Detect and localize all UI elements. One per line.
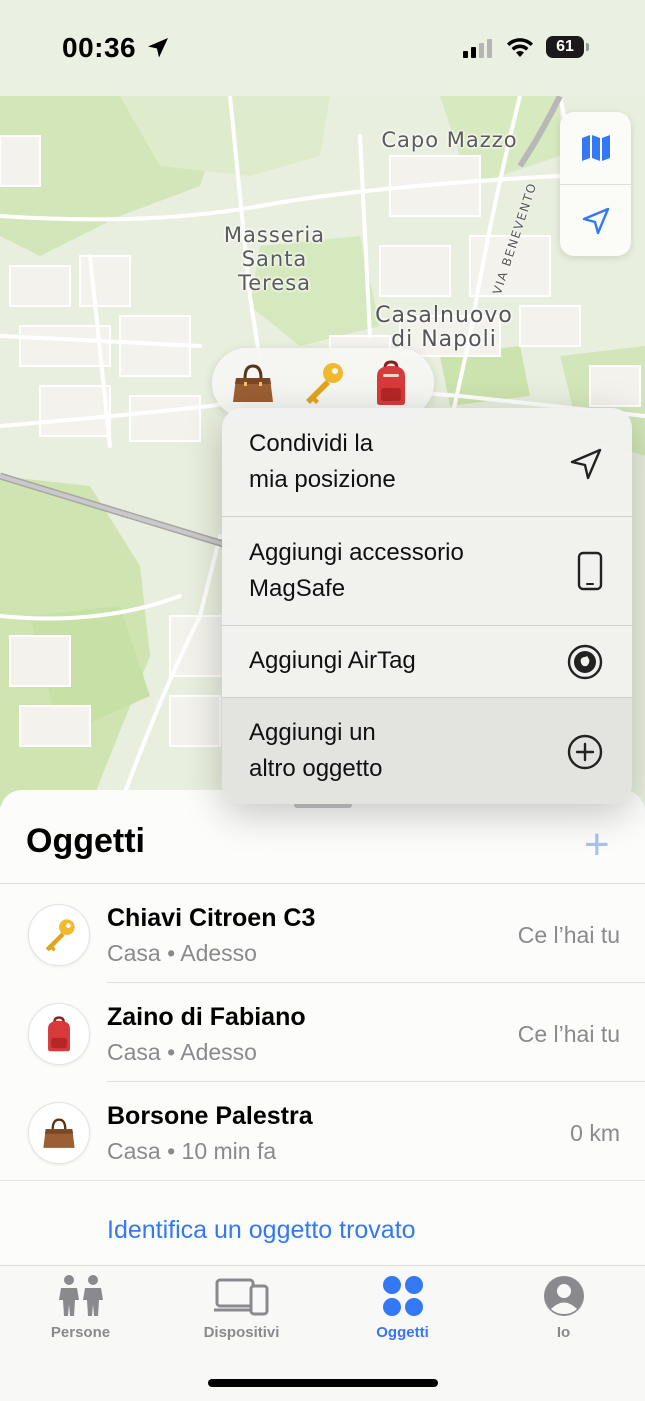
plus-circle-icon	[567, 734, 603, 770]
iphone-icon	[577, 551, 603, 591]
backpack-icon	[48, 1016, 70, 1052]
item-subtitle: Casa • 10 min fa	[107, 1138, 277, 1164]
backpack-icon	[377, 360, 405, 405]
menu-item-share-location[interactable]: Condividi la mia posizione	[222, 408, 632, 516]
add-item-button[interactable]: +	[584, 823, 610, 867]
tab-label: Io	[556, 1324, 571, 1341]
item-status: Ce l’hai tu	[517, 1021, 620, 1047]
tab-bar: Persone Dispositivi Oggetti Io	[0, 1265, 645, 1401]
map-label-casalnuovo: Casalnuovo di Napoli	[375, 303, 513, 352]
cellular-signal-icon	[463, 39, 492, 58]
tab-io[interactable]: Io	[483, 1266, 644, 1356]
item-subtitle: Casa • Adesso	[107, 1039, 257, 1065]
item-status: 0 km	[570, 1120, 620, 1146]
item-subtitle: Casa • Adesso	[107, 940, 257, 966]
item-avatar	[28, 904, 90, 966]
key-icon	[306, 363, 343, 404]
item-row-borsone[interactable]: Borsone Palestra Casa • 10 min fa 0 km	[0, 1082, 645, 1181]
map-label-capo-mazzo: Capo Mazzo	[381, 128, 518, 152]
devices-icon	[213, 1278, 268, 1316]
tab-label: Oggetti	[376, 1324, 429, 1341]
person-icon	[543, 1276, 584, 1316]
menu-item-label: Aggiungi AirTag	[249, 647, 416, 674]
tab-dispositivi[interactable]: Dispositivi	[161, 1266, 322, 1356]
map-controls	[560, 112, 631, 256]
item-name: Chiavi Citroen C3	[107, 904, 316, 932]
menu-item-add-airtag[interactable]: Aggiungi AirTag	[222, 626, 632, 697]
handbag-icon	[43, 1118, 75, 1148]
location-arrow-icon	[582, 207, 609, 235]
item-row-chiavi[interactable]: Chiavi Citroen C3 Casa • Adesso Ce l’hai…	[0, 884, 645, 983]
menu-item-add-other[interactable]: Aggiungi un altro oggetto	[222, 698, 632, 804]
tab-oggetti[interactable]: Oggetti	[322, 1266, 483, 1356]
add-menu: Condividi la mia posizione Aggiungi acce…	[222, 408, 632, 804]
menu-item-label: Aggiungi un altro oggetto	[249, 719, 383, 782]
tab-label: Dispositivi	[203, 1324, 280, 1341]
item-avatar	[28, 1102, 90, 1164]
tab-label: Persone	[50, 1324, 111, 1341]
status-bar: 00:36 61	[0, 0, 645, 96]
status-time: 00:36	[62, 32, 137, 63]
tab-persone[interactable]: Persone	[0, 1266, 161, 1356]
map-mode-button[interactable]	[560, 112, 631, 184]
handbag-icon	[233, 364, 273, 402]
map-icon	[581, 135, 610, 161]
location-arrow-icon	[570, 448, 602, 480]
menu-item-label: Aggiungi accessorio MagSafe	[249, 539, 464, 602]
key-icon	[45, 919, 75, 952]
items-icon	[382, 1276, 423, 1316]
item-status: Ce l’hai tu	[517, 922, 620, 948]
menu-item-label: Condividi la mia posizione	[249, 430, 396, 493]
map-label-masseria: Masseria Santa Teresa	[223, 223, 326, 295]
locate-me-button[interactable]	[560, 185, 631, 257]
sheet-title: Oggetti	[26, 822, 145, 860]
item-avatar	[28, 1003, 90, 1065]
wifi-icon	[507, 38, 533, 57]
home-indicator[interactable]	[208, 1379, 438, 1387]
item-name: Zaino di Fabiano	[107, 1003, 306, 1031]
battery-level: 61	[556, 38, 574, 55]
battery-icon: 61	[546, 36, 590, 58]
people-icon	[58, 1275, 103, 1316]
identify-found-item-link[interactable]: Identifica un oggetto trovato	[107, 1216, 416, 1245]
item-name: Borsone Palestra	[107, 1102, 313, 1130]
location-services-icon	[148, 38, 168, 58]
menu-item-add-magsafe[interactable]: Aggiungi accessorio MagSafe	[222, 517, 632, 625]
airtag-icon	[567, 644, 603, 680]
item-row-zaino[interactable]: Zaino di Fabiano Casa • Adesso Ce l’hai …	[0, 983, 645, 1082]
